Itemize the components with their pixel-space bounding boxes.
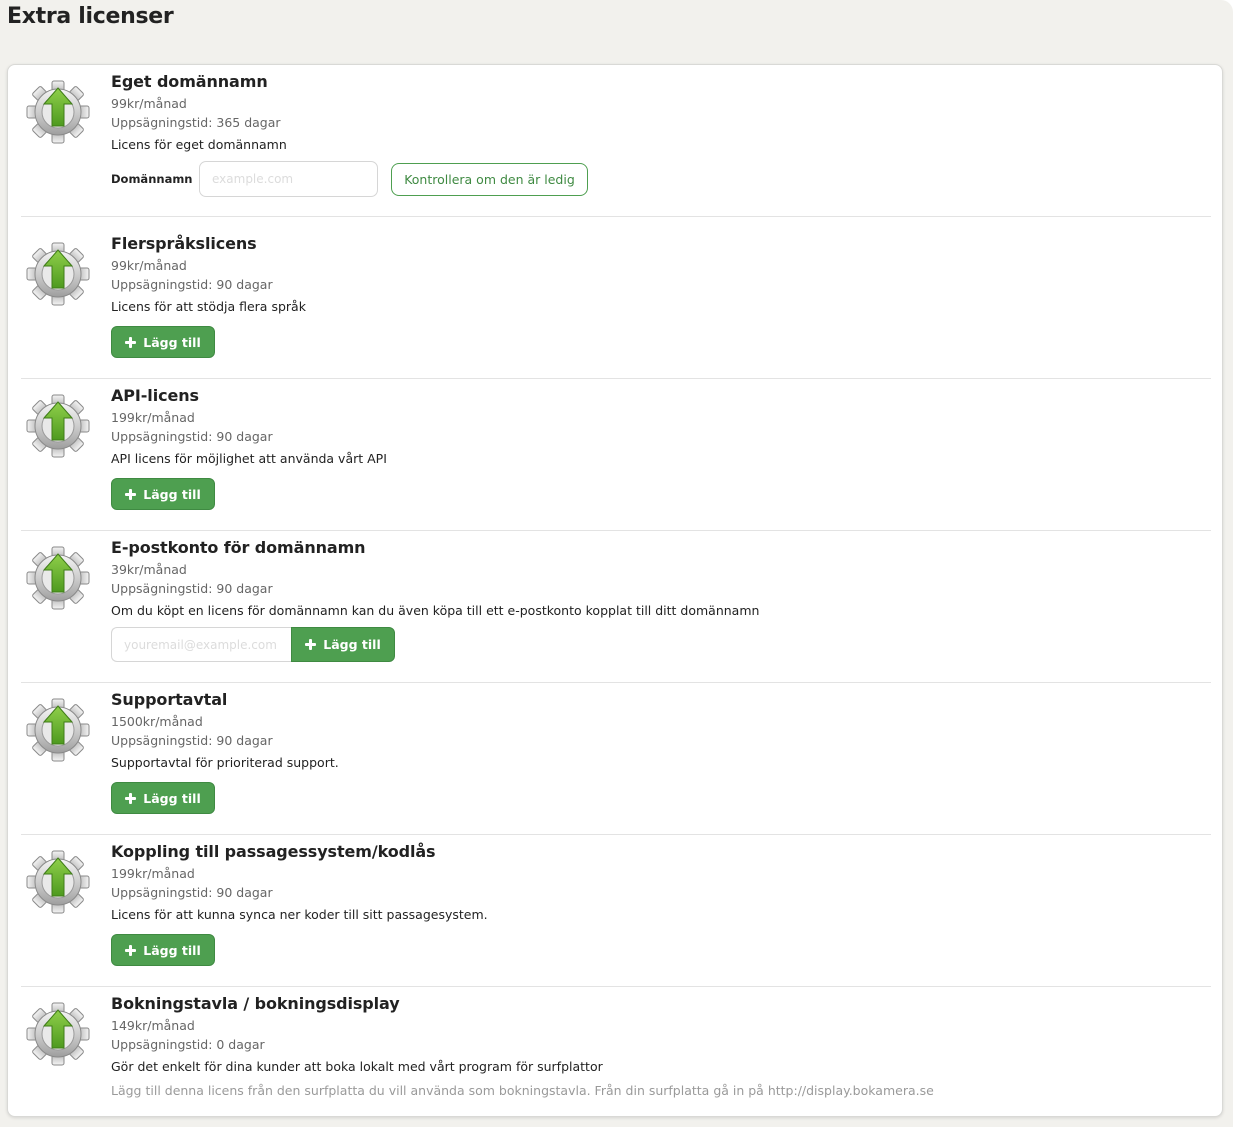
license-item-api: API-licens 199kr/månad Uppsägningstid: 9… (21, 379, 1211, 531)
license-description: Gör det enkelt för dina kunder att boka … (111, 1059, 603, 1074)
license-price: 149kr/månad (111, 1018, 195, 1033)
domain-label: Domännamn (111, 172, 193, 186)
gear-upgrade-icon (25, 241, 91, 307)
gear-upgrade-icon (25, 79, 91, 145)
license-price: 39kr/månad (111, 562, 187, 577)
license-title: E-postkonto för domännamn (111, 538, 366, 557)
license-item-email: E-postkonto för domännamn 39kr/månad Upp… (21, 531, 1211, 683)
license-notice: Uppsägningstid: 365 dagar (111, 115, 281, 130)
plus-icon (125, 488, 137, 500)
license-description: Om du köpt en licens för domännamn kan d… (111, 603, 760, 618)
license-description: Licens för eget domännamn (111, 137, 287, 152)
add-license-button[interactable]: Lägg till (111, 782, 215, 814)
license-description: API licens för möjlighet att använda vår… (111, 451, 387, 466)
add-button-label: Lägg till (143, 486, 201, 502)
license-description: Licens för att stödja flera språk (111, 299, 306, 314)
license-notice: Uppsägningstid: 90 dagar (111, 429, 273, 444)
license-notice: Uppsägningstid: 90 dagar (111, 581, 273, 596)
license-item-booking-display: Bokningstavla / bokningsdisplay 149kr/må… (21, 987, 1211, 1117)
add-button-label: Lägg till (143, 942, 201, 958)
plus-icon (125, 336, 137, 348)
license-note: Lägg till denna licens från den surfplat… (111, 1083, 934, 1098)
check-availability-button[interactable]: Kontrollera om den är ledig (391, 162, 588, 196)
gear-upgrade-icon (25, 393, 91, 459)
plus-icon (125, 944, 137, 956)
license-title: Supportavtal (111, 690, 228, 709)
license-notice: Uppsägningstid: 90 dagar (111, 277, 273, 292)
add-license-button[interactable]: Lägg till (111, 934, 215, 966)
license-item-multilanguage: Flerspråkslicens 99kr/månad Uppsägningst… (21, 227, 1211, 379)
gear-upgrade-icon (25, 697, 91, 763)
license-description: Licens för att kunna synca ner koder til… (111, 907, 488, 922)
domain-input[interactable] (199, 161, 378, 197)
license-price: 199kr/månad (111, 866, 195, 881)
domain-check-row: Domännamn Kontrollera om den är ledig (111, 161, 1211, 197)
license-item-support: Supportavtal 1500kr/månad Uppsägningstid… (21, 683, 1211, 835)
add-email-button[interactable]: Lägg till (291, 627, 395, 662)
license-price: 199kr/månad (111, 410, 195, 425)
page-title: Extra licenser (7, 4, 174, 29)
license-title: Koppling till passagessystem/kodlås (111, 842, 436, 861)
license-price: 1500kr/månad (111, 714, 203, 729)
license-title: API-licens (111, 386, 199, 405)
add-button-label: Lägg till (323, 637, 381, 652)
license-item-domain: Eget domännamn 99kr/månad Uppsägningstid… (21, 65, 1211, 217)
gear-upgrade-icon (25, 849, 91, 915)
email-input[interactable] (111, 627, 291, 662)
license-price: 99kr/månad (111, 258, 187, 273)
extra-licenses-page: Extra licenser Eget domännamn 99kr/månad… (0, 0, 1233, 1127)
gear-upgrade-icon (25, 1001, 91, 1067)
add-button-label: Lägg till (143, 790, 201, 806)
license-notice: Uppsägningstid: 0 dagar (111, 1037, 265, 1052)
license-description: Supportavtal för prioriterad support. (111, 755, 339, 770)
license-notice: Uppsägningstid: 90 dagar (111, 885, 273, 900)
license-price: 99kr/månad (111, 96, 187, 111)
license-list: Eget domännamn 99kr/månad Uppsägningstid… (7, 64, 1223, 1117)
license-item-access-system: Koppling till passagessystem/kodlås 199k… (21, 835, 1211, 987)
license-notice: Uppsägningstid: 90 dagar (111, 733, 273, 748)
email-add-row: Lägg till (111, 627, 1211, 662)
plus-icon (125, 792, 137, 804)
plus-icon (305, 639, 317, 650)
license-title: Eget domännamn (111, 72, 268, 91)
license-title: Bokningstavla / bokningsdisplay (111, 994, 400, 1013)
add-license-button[interactable]: Lägg till (111, 326, 215, 358)
license-title: Flerspråkslicens (111, 234, 257, 253)
add-button-label: Lägg till (143, 334, 201, 350)
add-license-button[interactable]: Lägg till (111, 478, 215, 510)
gear-upgrade-icon (25, 545, 91, 611)
